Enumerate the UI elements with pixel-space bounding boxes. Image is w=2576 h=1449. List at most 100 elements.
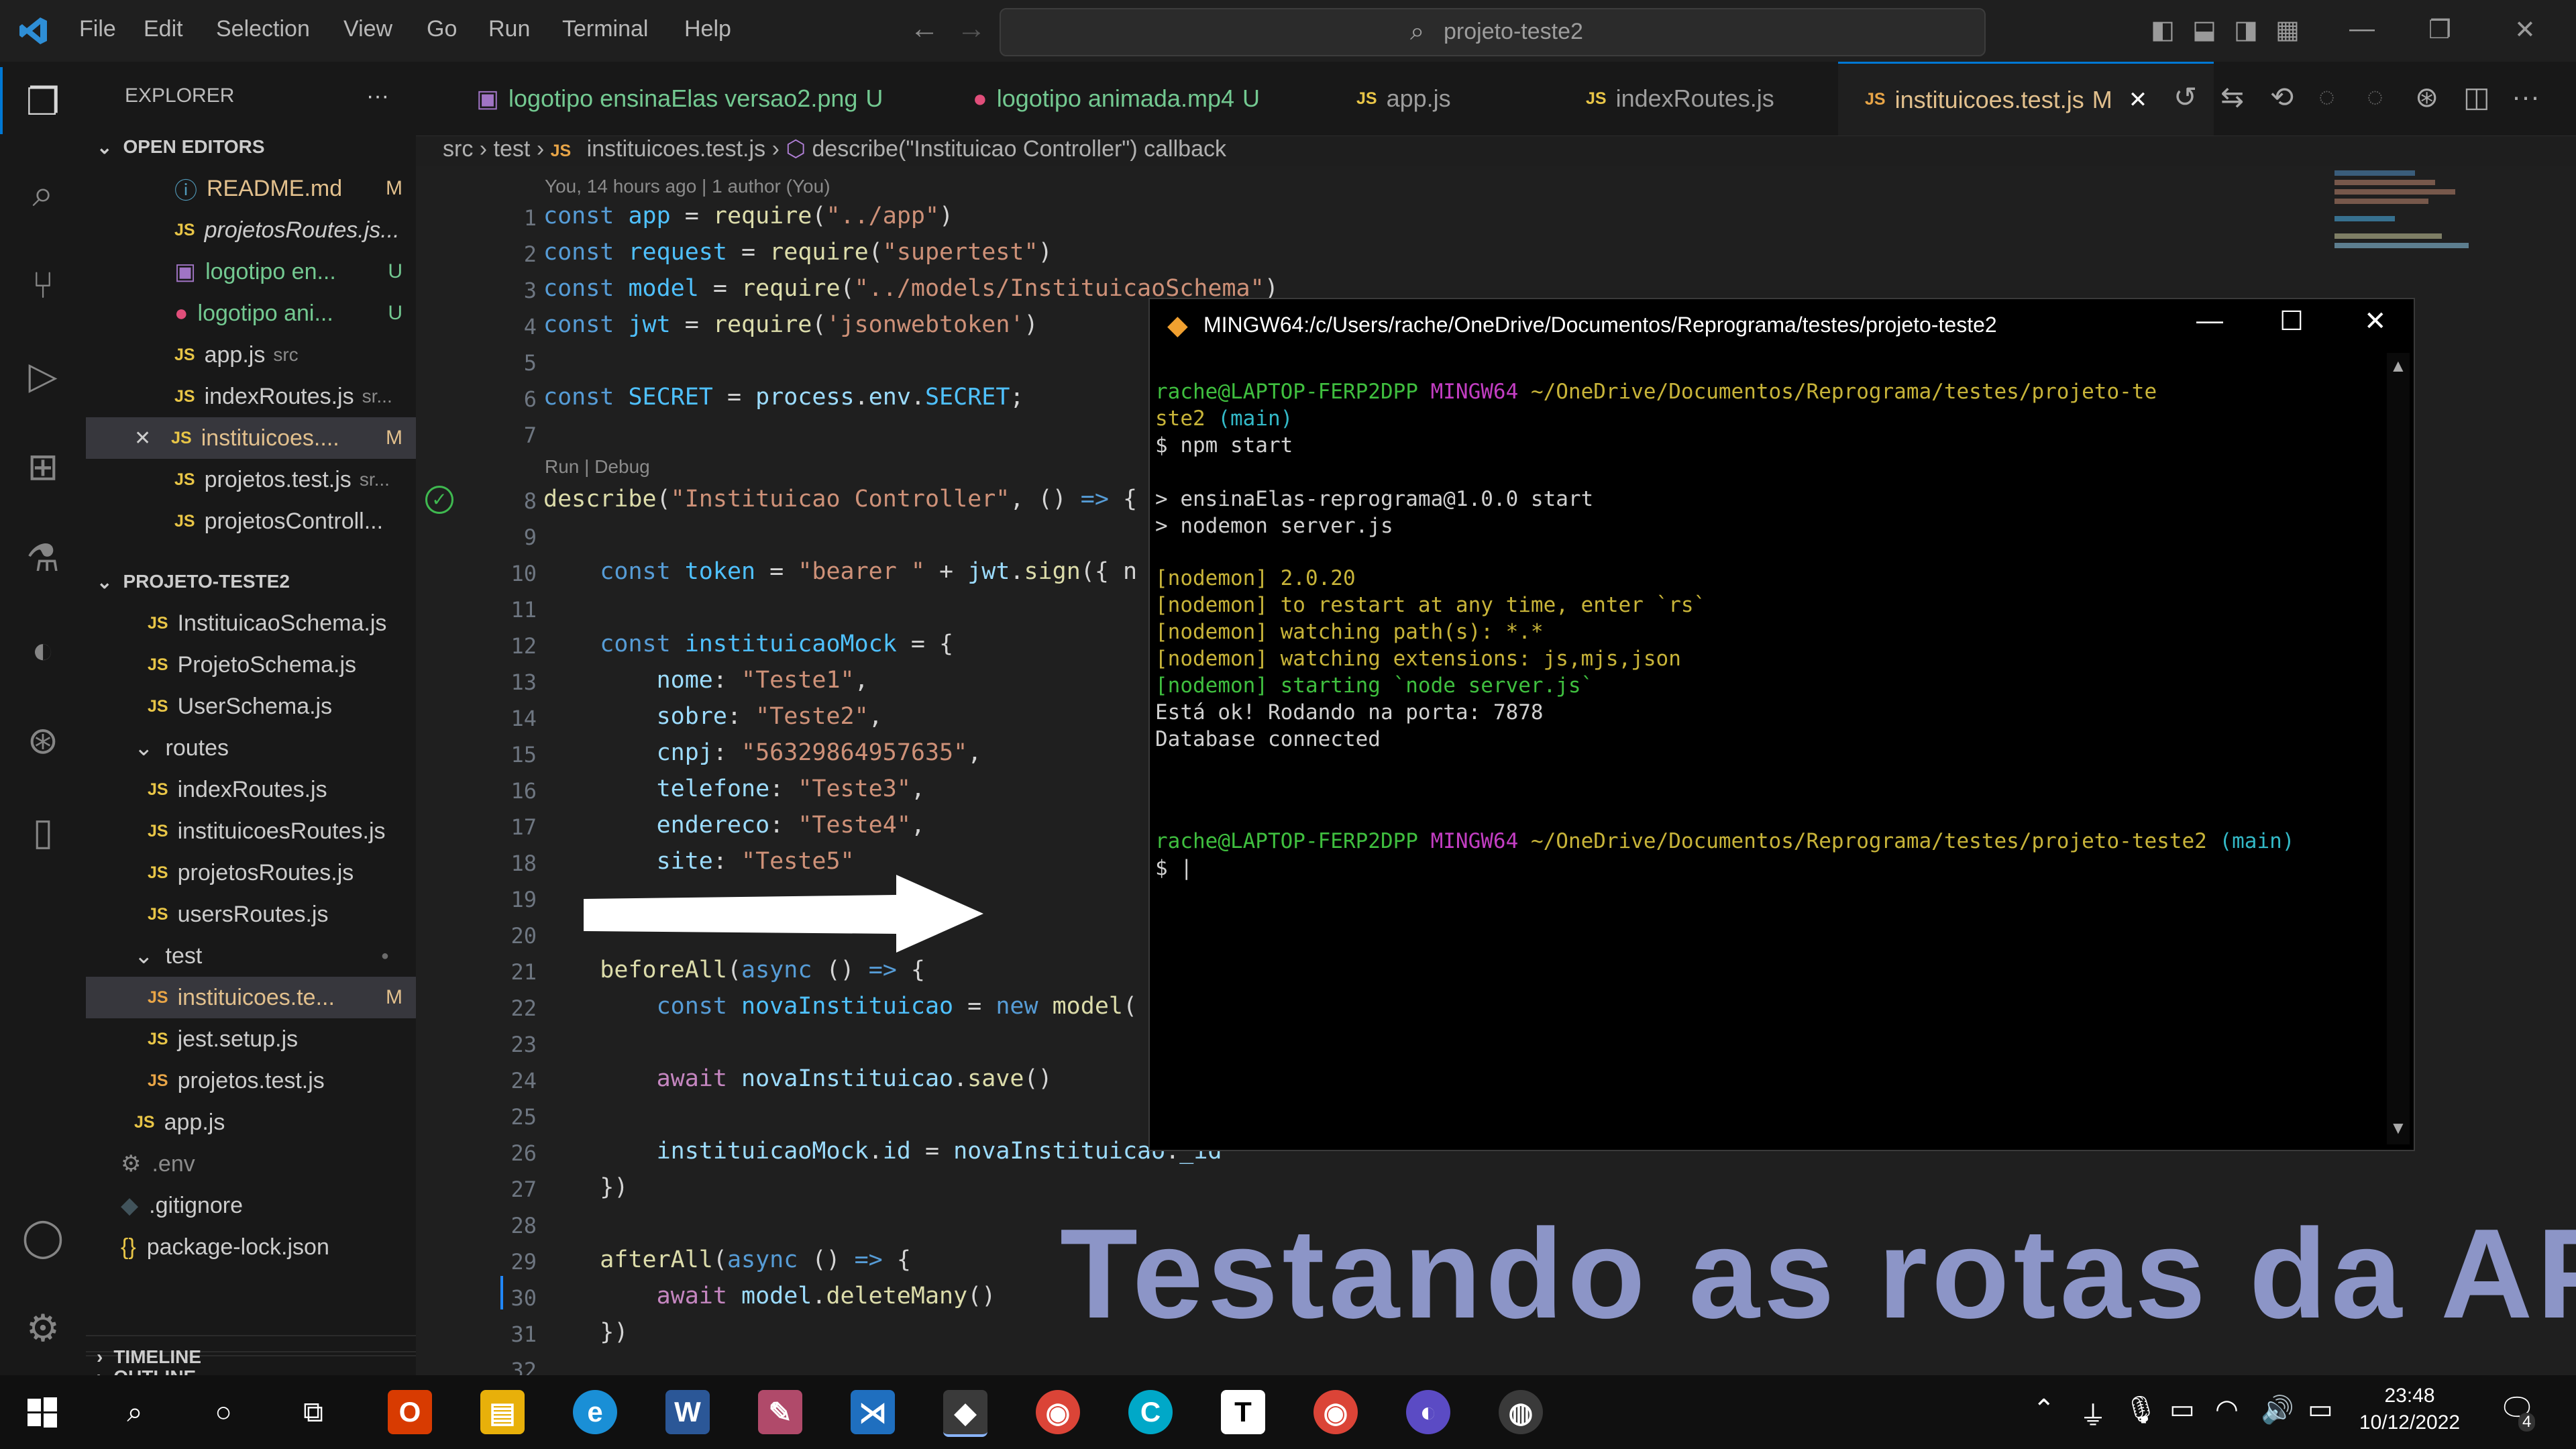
- timeline-section[interactable]: › TIMELINE: [86, 1335, 416, 1378]
- word-icon[interactable]: W: [665, 1390, 710, 1434]
- notebook-icon[interactable]: ▯: [15, 804, 71, 860]
- more-actions-icon[interactable]: ···: [2512, 80, 2540, 113]
- compare-changes-icon[interactable]: ⇆: [2220, 80, 2244, 113]
- file-item[interactable]: JS projetosRoutes.js: [86, 852, 416, 894]
- search-icon[interactable]: ⌕: [15, 165, 71, 221]
- open-editor-item[interactable]: JS projetosRoutes.js...: [86, 209, 416, 251]
- revert-icon[interactable]: ⟲: [2270, 80, 2294, 113]
- minimize-icon[interactable]: —: [2349, 15, 2375, 44]
- menu-go[interactable]: Go: [427, 16, 457, 42]
- search-icon[interactable]: ⌕: [113, 1390, 157, 1434]
- chrome-icon[interactable]: ◉: [1036, 1390, 1080, 1434]
- menu-run[interactable]: Run: [488, 16, 530, 42]
- tab-index-routes[interactable]: JS indexRoutes.js: [1586, 62, 1774, 136]
- git-graph-icon[interactable]: ⊛: [15, 712, 71, 769]
- breadcrumb-src[interactable]: src: [443, 136, 473, 162]
- extensions-icon[interactable]: ⊞: [15, 439, 71, 495]
- split-editor-icon[interactable]: ◫: [2463, 80, 2490, 113]
- customize-layout-icon[interactable]: ▦: [2275, 15, 2300, 45]
- file-item[interactable]: JS indexRoutes.js: [86, 769, 416, 810]
- tab-logotipo-png[interactable]: ▣ logotipo ensinaElas versao2.png U: [476, 62, 883, 136]
- back-arrow-icon[interactable]: ←: [910, 12, 939, 46]
- file-item[interactable]: ◆ .gitignore: [86, 1185, 416, 1226]
- recorder-icon[interactable]: ◍: [1499, 1390, 1543, 1434]
- open-editor-item[interactable]: ⓘ README.md M: [86, 168, 416, 209]
- microphone-icon[interactable]: 🎙: [2124, 1394, 2158, 1426]
- project-section[interactable]: ⌄ PROJETO-TESTE2: [86, 561, 416, 602]
- more-actions-icon[interactable]: ···: [366, 83, 389, 109]
- timeline-icon[interactable]: ↺: [2174, 80, 2197, 113]
- menu-view[interactable]: View: [343, 16, 392, 42]
- previous-change-icon[interactable]: ◌: [2318, 80, 2335, 113]
- file-item[interactable]: JS UserSchema.js: [86, 686, 416, 727]
- minimize-icon[interactable]: —: [2196, 306, 2223, 336]
- command-center-search[interactable]: ⌕ projeto-teste2: [1000, 8, 1986, 56]
- open-editor-item[interactable]: ▣ logotipo en... U: [86, 251, 416, 292]
- file-explorer-icon[interactable]: ▤: [480, 1390, 525, 1434]
- tab-logotipo-mp4[interactable]: ● logotipo animada.mp4 U: [973, 62, 1260, 136]
- toggle-panel-icon[interactable]: ⬓: [2192, 15, 2216, 45]
- terminal-scrollbar[interactable]: ▲ ▼: [2387, 353, 2410, 1144]
- settings-gear-icon[interactable]: ⚙: [15, 1300, 71, 1356]
- file-item[interactable]: JS projetos.test.js: [86, 1060, 416, 1102]
- chrome-profile-icon[interactable]: ◉: [1313, 1390, 1358, 1434]
- close-icon[interactable]: ✕: [2364, 306, 2387, 337]
- breadcrumb-file[interactable]: instituicoes.test.js: [587, 136, 765, 162]
- wifi-icon[interactable]: ◠: [2215, 1394, 2239, 1425]
- volume-icon[interactable]: 🔊: [2261, 1394, 2294, 1426]
- terminal-window[interactable]: ◆ MINGW64:/c/Users/rache/OneDrive/Docume…: [1148, 298, 2415, 1151]
- app-moon-icon[interactable]: ◐: [1406, 1390, 1450, 1434]
- breadcrumb-test[interactable]: test: [494, 136, 531, 162]
- open-editors-section[interactable]: ⌄ OPEN EDITORS: [86, 126, 416, 168]
- file-item[interactable]: JS InstituicaoSchema.js: [86, 602, 416, 644]
- menu-terminal[interactable]: Terminal: [562, 16, 648, 42]
- typora-icon[interactable]: T: [1221, 1390, 1265, 1434]
- menu-help[interactable]: Help: [684, 16, 731, 42]
- folder-item[interactable]: ⌄ routes: [86, 727, 416, 769]
- open-editor-item[interactable]: JS projetos.test.js sr...: [86, 459, 416, 500]
- file-item[interactable]: JS app.js: [86, 1102, 416, 1143]
- file-item[interactable]: ⚙ .env: [86, 1143, 416, 1185]
- cortana-icon[interactable]: ○: [201, 1390, 246, 1434]
- file-item-selected[interactable]: JS instituicoes.te... M: [86, 977, 416, 1018]
- test-passed-icon[interactable]: ✓: [425, 486, 453, 514]
- open-editor-item[interactable]: JS indexRoutes.js sr...: [86, 376, 416, 417]
- battery-icon[interactable]: ▭: [2308, 1394, 2333, 1425]
- next-change-icon[interactable]: ◌: [2367, 80, 2383, 113]
- restore-icon[interactable]: ❐: [2428, 15, 2451, 45]
- chevron-up-icon[interactable]: ⌃: [2033, 1394, 2055, 1425]
- scroll-down-icon[interactable]: ▼: [2390, 1118, 2407, 1138]
- open-editor-item[interactable]: JS app.js src: [86, 334, 416, 376]
- menu-edit[interactable]: Edit: [144, 16, 183, 42]
- tab-instituicoes-test[interactable]: JS instituicoes.test.js M ✕: [1838, 62, 2214, 136]
- git-bash-taskbar-icon[interactable]: ◆: [943, 1390, 987, 1437]
- file-item[interactable]: {} package-lock.json: [86, 1226, 416, 1268]
- display-icon[interactable]: ▭: [2169, 1394, 2195, 1425]
- menu-file[interactable]: File: [79, 16, 116, 42]
- file-item[interactable]: JS usersRoutes.js: [86, 894, 416, 935]
- folder-item[interactable]: ⌄ test ●: [86, 935, 416, 977]
- open-editor-item[interactable]: ● logotipo ani... U: [86, 292, 416, 334]
- scroll-up-icon[interactable]: ▲: [2390, 356, 2407, 376]
- vscode-taskbar-icon[interactable]: ⋊: [851, 1390, 895, 1434]
- canva-icon[interactable]: C: [1128, 1390, 1173, 1434]
- menu-selection[interactable]: Selection: [216, 16, 310, 42]
- app-icon[interactable]: ✎: [758, 1390, 802, 1434]
- file-item[interactable]: JS ProjetoSchema.js: [86, 644, 416, 686]
- toggle-sidebar-icon[interactable]: ◧: [2151, 15, 2175, 45]
- tab-app-js[interactable]: JS app.js: [1356, 62, 1451, 136]
- task-view-icon[interactable]: ⧉: [291, 1390, 335, 1434]
- breadcrumb-symbol[interactable]: describe("Instituicao Controller") callb…: [812, 136, 1226, 162]
- run-debug-icon[interactable]: ▷: [15, 347, 71, 404]
- source-control-icon[interactable]: ⑂: [15, 256, 71, 313]
- edge-icon[interactable]: e: [573, 1390, 617, 1434]
- testing-icon[interactable]: ⚗: [15, 530, 71, 586]
- close-icon[interactable]: ✕: [2514, 15, 2536, 45]
- office-icon[interactable]: O: [388, 1390, 432, 1434]
- windows-start-icon[interactable]: [20, 1390, 64, 1434]
- open-editor-item-active[interactable]: ✕ JS instituicoes.... M: [86, 417, 416, 459]
- close-editor-icon[interactable]: ✕: [134, 427, 151, 450]
- close-tab-icon[interactable]: ✕: [2129, 87, 2148, 113]
- git-lens-icon[interactable]: ⊛: [2415, 80, 2438, 113]
- forward-arrow-icon[interactable]: →: [957, 12, 986, 46]
